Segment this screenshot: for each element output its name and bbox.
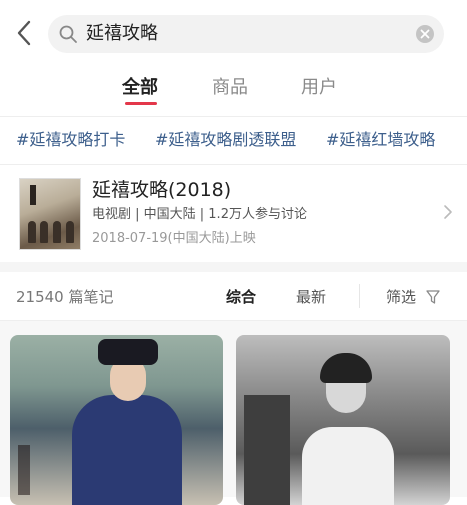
- drama-title: 延禧攻略(2018): [92, 179, 232, 201]
- divider: [0, 116, 467, 117]
- search-icon: [59, 25, 77, 43]
- sort-latest[interactable]: 最新: [296, 287, 326, 307]
- active-tab-indicator: [125, 102, 157, 105]
- notes-count: 21540 篇笔记: [16, 288, 114, 306]
- hashtag-item[interactable]: #延禧攻略剧透联盟: [155, 128, 296, 152]
- top-bar: 延禧攻略: [0, 0, 467, 64]
- drama-release-date: 2018-07-19(中国大陆)上映: [92, 231, 256, 246]
- hashtag-row: #延禧攻略打卡 #延禧攻略剧透联盟 #延禧红墙攻略: [0, 128, 467, 156]
- drama-meta: 电视剧 | 中国大陆 | 1.2万人参与讨论: [92, 207, 307, 222]
- hashtag-item[interactable]: #延禧红墙攻略: [326, 128, 435, 152]
- note-card-image[interactable]: [236, 335, 450, 505]
- filter-icon[interactable]: [426, 289, 440, 305]
- hashtag-item[interactable]: #延禧攻略打卡: [16, 128, 125, 152]
- notes-filter-bar: 21540 篇笔记 综合 最新 筛选: [0, 272, 467, 320]
- chevron-right-icon: [444, 205, 452, 219]
- search-box[interactable]: 延禧攻略: [48, 15, 444, 53]
- drama-card[interactable]: 延禧攻略(2018) 电视剧 | 中国大陆 | 1.2万人参与讨论 2018-0…: [0, 166, 467, 258]
- back-arrow-icon[interactable]: [12, 18, 36, 48]
- clear-icon[interactable]: [416, 25, 434, 43]
- result-tabs: 全部 商品 用户: [0, 70, 467, 114]
- divider: [359, 284, 360, 308]
- divider: [0, 164, 467, 165]
- tab-all[interactable]: 全部: [122, 76, 158, 100]
- drama-poster: [19, 178, 81, 250]
- sort-comprehensive[interactable]: 综合: [226, 287, 256, 307]
- filter-button[interactable]: 筛选: [386, 287, 416, 307]
- tab-products[interactable]: 商品: [212, 76, 248, 100]
- tab-users[interactable]: 用户: [301, 76, 337, 100]
- search-input[interactable]: 延禧攻略: [86, 22, 158, 46]
- note-card-image[interactable]: [10, 335, 223, 505]
- section-gap: [0, 262, 467, 272]
